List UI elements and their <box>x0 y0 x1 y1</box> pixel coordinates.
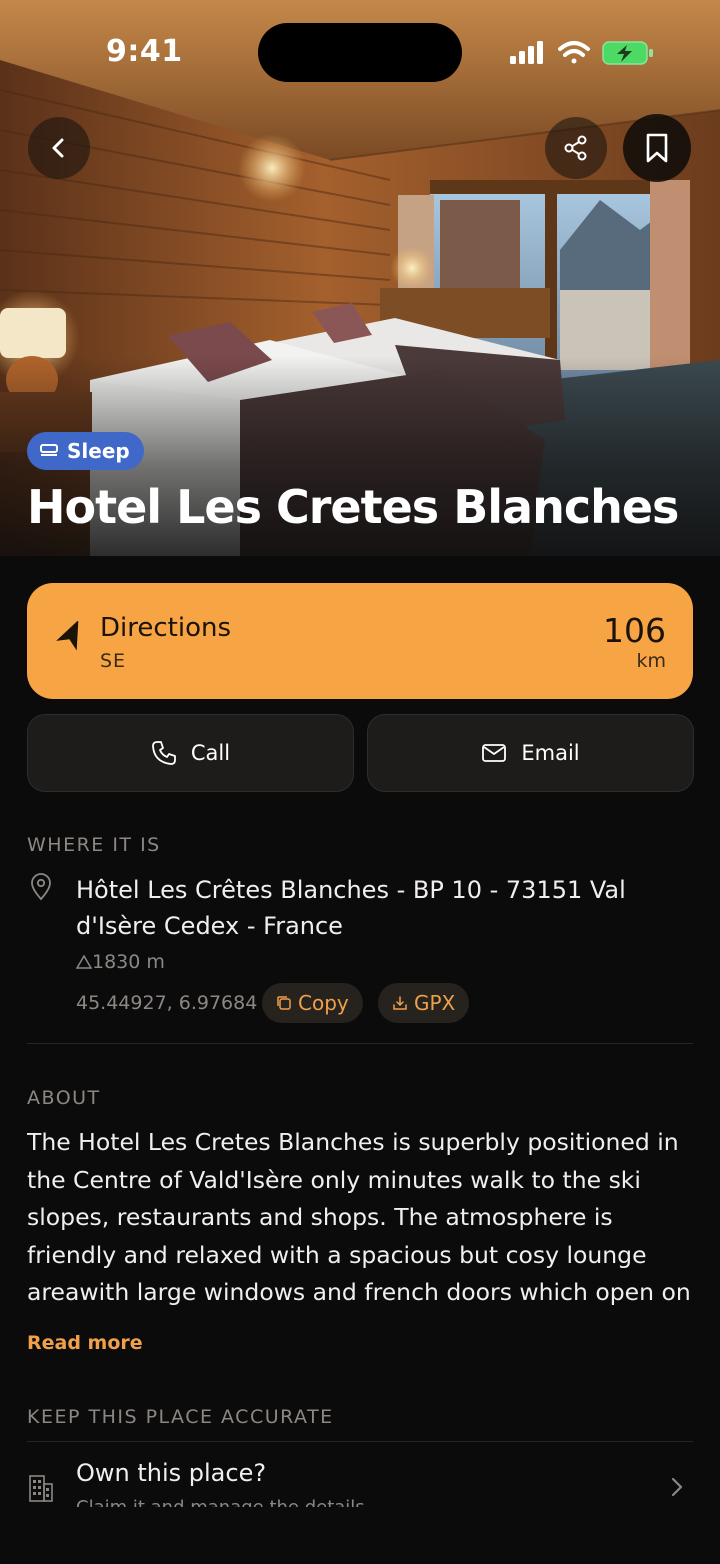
directions-label: Directions <box>100 613 232 643</box>
download-icon <box>393 996 407 1010</box>
bookmark-button[interactable] <box>623 114 691 182</box>
divider <box>27 1441 693 1442</box>
status-icons <box>510 41 653 65</box>
back-button[interactable] <box>28 117 90 179</box>
bookmark-icon <box>646 133 668 163</box>
email-button[interactable]: Email <box>367 714 694 792</box>
accuracy-heading: KEEP THIS PLACE ACCURATE <box>27 1406 334 1428</box>
chevron-right-icon <box>671 1477 683 1497</box>
where-heading: WHERE IT IS <box>27 834 161 856</box>
claim-place-row[interactable]: Own this place? Claim it and manage the … <box>0 1443 720 1507</box>
copy-button[interactable]: Copy <box>262 983 363 1023</box>
wifi-icon <box>558 41 590 64</box>
divider <box>27 1043 693 1044</box>
category-chip: Sleep <box>27 432 144 470</box>
status-time: 9:41 <box>106 34 183 69</box>
gpx-label: GPX <box>414 991 456 1015</box>
coordinates-text: 45.44927, 6.97684 <box>76 992 258 1014</box>
dynamic-island <box>258 23 462 82</box>
battery-icon <box>602 41 653 65</box>
chevron-left-icon <box>52 138 64 158</box>
share-icon <box>564 135 587 161</box>
phone-icon <box>151 741 176 765</box>
claim-subtitle: Claim it and manage the details <box>76 1497 365 1507</box>
email-label: Email <box>521 741 580 765</box>
address-text: Hôtel Les Crêtes Blanches - BP 10 - 7315… <box>76 876 626 940</box>
read-more-link[interactable]: Read more <box>27 1332 143 1354</box>
share-button[interactable] <box>545 117 607 179</box>
directions-unit: km <box>636 650 666 672</box>
place-title: Hotel Les Cretes Blanches <box>27 480 679 534</box>
directions-button[interactable]: Directions SE 106 km <box>27 583 693 699</box>
location-pin-icon <box>31 873 51 901</box>
about-heading: ABOUT <box>27 1087 101 1109</box>
category-label: Sleep <box>67 439 130 463</box>
directions-distance: 106 <box>603 611 666 650</box>
building-icon <box>29 1475 53 1502</box>
mountain-icon <box>75 954 93 969</box>
copy-icon <box>277 996 291 1010</box>
gpx-button[interactable]: GPX <box>378 983 470 1023</box>
altitude-row: 1830 m <box>75 951 165 973</box>
call-button[interactable]: Call <box>27 714 354 792</box>
signal-icon <box>510 41 543 64</box>
bed-icon <box>40 444 58 456</box>
navigation-arrow-icon <box>56 621 79 651</box>
copy-label: Copy <box>298 991 349 1015</box>
about-text: The Hotel Les Cretes Blanches is superbl… <box>27 1128 691 1306</box>
call-label: Call <box>190 741 231 765</box>
claim-title: Own this place? <box>76 1459 267 1487</box>
directions-bearing: SE <box>100 650 127 672</box>
mail-icon <box>482 744 507 762</box>
hero-photo <box>0 0 720 556</box>
altitude-text: 1830 m <box>92 951 165 973</box>
